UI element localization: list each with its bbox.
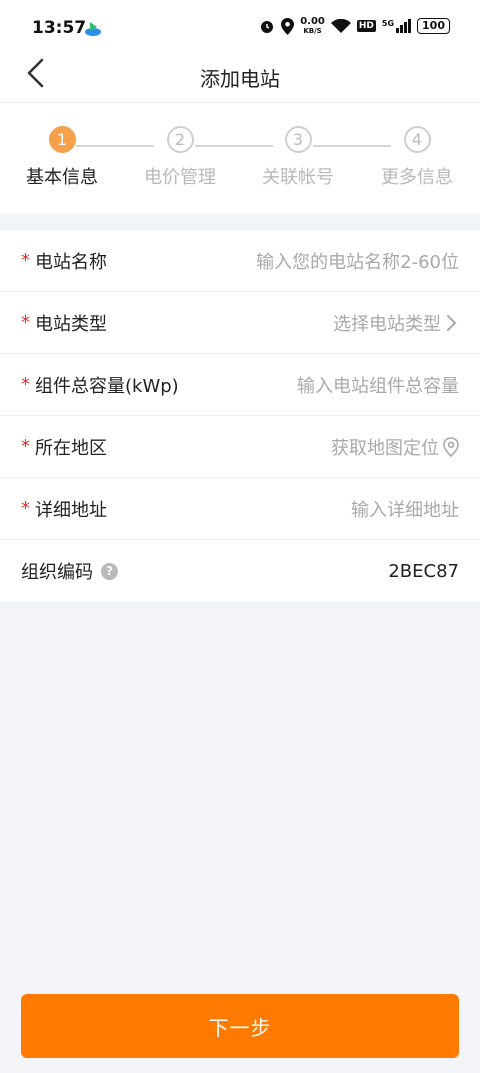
help-icon[interactable]: ? [101, 562, 118, 580]
region-row[interactable]: * 所在地区 获取地图定位 [0, 416, 480, 478]
step-linked-account: 3 关联帐号 [238, 126, 358, 189]
required-mark: * [21, 498, 30, 519]
region-label: 所在地区 [35, 437, 107, 459]
step-indicator: 1 基本信息 2 电价管理 3 关联帐号 4 更多信息 [0, 126, 480, 196]
step-label: 更多信息 [381, 167, 453, 188]
station-form: * 电站名称 输入您的电站名称2-60位 * 电站类型 选择电站类型 * 组件总… [0, 230, 480, 602]
location-status-icon [281, 17, 295, 35]
capacity-input[interactable]: 输入电站组件总容量 [297, 372, 459, 398]
step-number: 3 [284, 126, 312, 153]
network-speed: 0.00 KB/S [300, 16, 325, 36]
capacity-label: 组件总容量(kWp) [35, 375, 179, 397]
step-number: 4 [403, 126, 431, 153]
station-name-label: 电站名称 [35, 251, 107, 273]
step-more-info: 4 更多信息 [357, 126, 477, 189]
capacity-row[interactable]: * 组件总容量(kWp) 输入电站组件总容量 [0, 354, 480, 416]
address-label: 详细地址 [35, 499, 107, 521]
region-locate[interactable]: 获取地图定位 [331, 434, 459, 460]
step-number: 2 [166, 126, 194, 153]
org-code-label: 组织编码 [21, 562, 93, 583]
app-header: 添加电站 [0, 48, 480, 103]
station-type-row[interactable]: * 电站类型 选择电站类型 [0, 292, 480, 354]
wifi-icon [330, 18, 351, 33]
station-type-placeholder: 选择电站类型 [333, 313, 441, 335]
status-icons: 0.00 KB/S HD 5G 100 [259, 17, 450, 35]
network-type: 5G [381, 19, 395, 28]
station-type-select[interactable]: 选择电站类型 [333, 310, 459, 336]
signal-bar [404, 22, 408, 33]
station-name-row[interactable]: * 电站名称 输入您的电站名称2-60位 [0, 230, 480, 292]
battery-indicator: 100 [417, 18, 450, 34]
signal-bar [408, 19, 412, 33]
step-label: 关联帐号 [262, 167, 334, 188]
step-basic-info: 1 基本信息 [2, 126, 122, 189]
status-time: 13:57 [32, 18, 87, 38]
location-pin-icon [443, 436, 459, 457]
region-placeholder: 获取地图定位 [331, 437, 439, 459]
speed-value: 0.00 [300, 16, 325, 27]
signal-indicator: 5G [381, 19, 412, 33]
step-number: 1 [48, 126, 76, 153]
app-notification-icon [85, 22, 101, 36]
required-mark: * [21, 250, 30, 271]
org-code-value: 2BEC87 [388, 560, 459, 582]
required-mark: * [21, 312, 30, 333]
page-title: 添加电站 [200, 67, 280, 91]
address-row[interactable]: * 详细地址 输入详细地址 [0, 478, 480, 540]
signal-bar [400, 25, 404, 33]
step-label: 电价管理 [144, 167, 216, 188]
chevron-right-icon [447, 314, 457, 331]
org-code-row: 组织编码 ? 2BEC87 [0, 540, 480, 602]
signal-bar [396, 28, 400, 33]
step-label: 基本信息 [26, 167, 98, 188]
required-mark: * [21, 374, 30, 395]
step-price-management: 2 电价管理 [120, 126, 240, 189]
alarm-icon [261, 21, 274, 33]
speed-unit: KB/S [303, 27, 322, 35]
hd-badge: HD [356, 20, 376, 32]
required-mark: * [21, 436, 30, 457]
address-input[interactable]: 输入详细地址 [351, 496, 459, 522]
next-step-button[interactable]: 下一步 [21, 994, 459, 1058]
station-name-input[interactable]: 输入您的电站名称2-60位 [256, 248, 459, 274]
station-type-label: 电站类型 [35, 313, 107, 335]
